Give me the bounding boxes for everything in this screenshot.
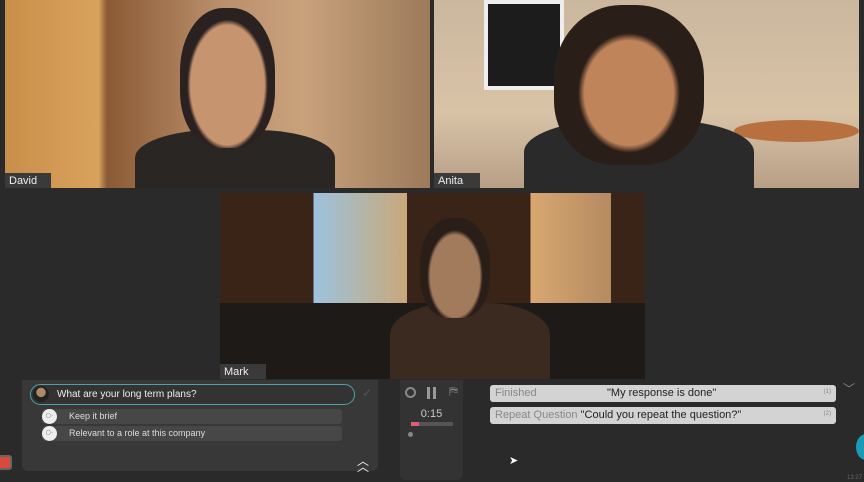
participant-name-david: David [5,173,51,188]
participant-name-anita: Anita [434,173,480,188]
pause-icon[interactable] [427,387,430,399]
shortcut: (2) [823,411,831,417]
status-dot [408,432,413,437]
mouse-cursor: ➤ [509,455,519,467]
chevron-down-icon[interactable]: ﹀ [843,380,855,397]
table [734,120,859,142]
person-face [420,218,490,318]
time-progress-fill [411,422,420,426]
question-bubble: What are your long term plans? [30,384,355,405]
video-tile-anita[interactable]: Anita [434,0,859,188]
video-tile-david[interactable]: David [5,0,430,188]
skip-icon[interactable]: ⛿ [449,384,458,399]
clock: 13:27 [846,475,862,481]
response-phrase: "My response is done" [607,387,717,399]
response-label: Finished [495,387,537,399]
hint-item: O- Relevant to a role at this company [42,426,342,441]
record-button[interactable] [0,455,12,470]
shortcut: (1) [823,389,831,395]
key-icon: O- [42,426,57,441]
response-finished-button[interactable]: Finished "My response is done" (1) [490,385,836,402]
check-icon[interactable]: ✓ [362,386,372,400]
question-text: What are your long term plans? [57,389,197,400]
hint-text: Keep it brief [69,411,118,421]
person-face [180,8,275,148]
response-repeat-button[interactable]: Repeat Question "Could you repeat the qu… [490,407,836,424]
video-tile-mark[interactable]: Mark [220,193,645,379]
response-label: Repeat Question [495,409,578,421]
wall-picture [484,0,564,90]
response-phrase: "Could you repeat the question?" [580,409,742,421]
participant-name-mark: Mark [220,364,266,379]
control-panel: ⛿ 0:15 [400,380,463,480]
hint-text: Relevant to a role at this company [69,428,206,438]
face-icon[interactable] [405,387,416,398]
interviewer-avatar [33,386,49,402]
time-progress-bar [411,422,453,426]
help-bubble-button[interactable] [856,434,864,460]
timer: 0:15 [420,408,443,420]
key-icon: O- [42,409,57,424]
hint-item: O- Keep it brief [42,409,342,424]
expand-up-icon[interactable]: ︿ ︿ [357,455,369,473]
person-face [554,5,704,165]
